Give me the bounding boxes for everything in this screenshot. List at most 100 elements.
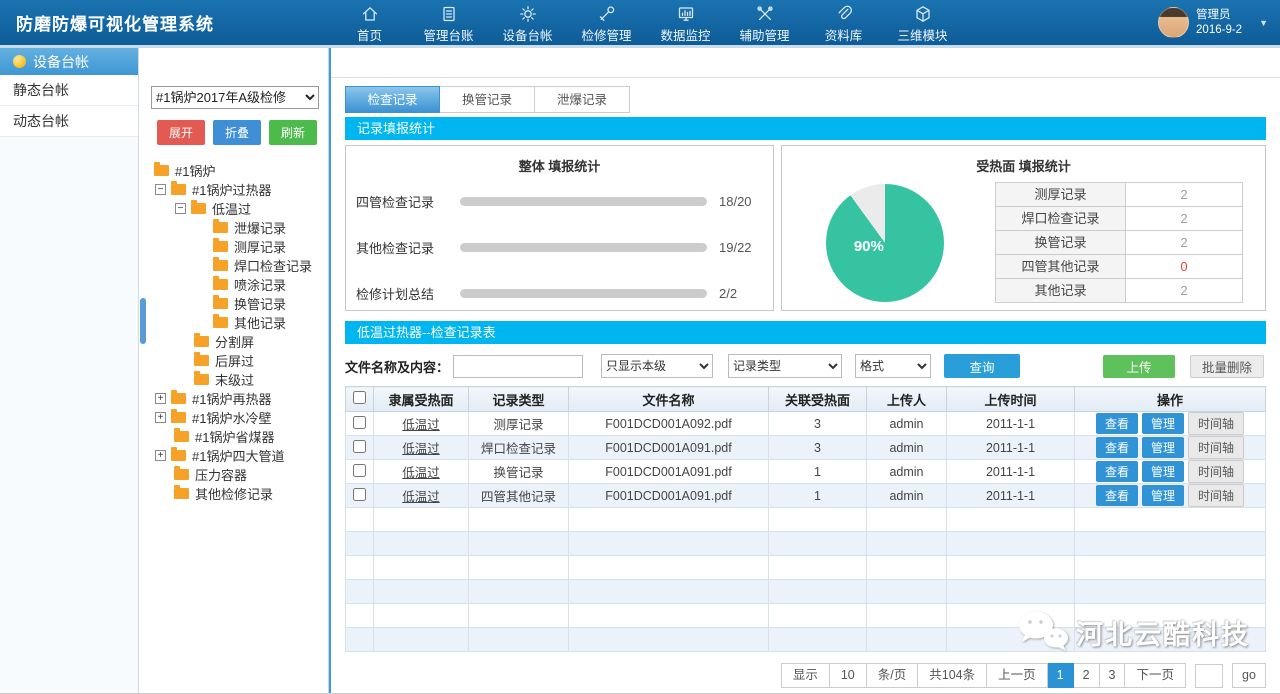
- query-button[interactable]: 查询: [944, 354, 1020, 378]
- tree-node-rear-panel[interactable]: 后屏过: [139, 351, 328, 370]
- table-row: 焊口检查记录2: [996, 207, 1242, 231]
- pie-percentage-label: 90%: [854, 238, 884, 255]
- table-row: 换管记录2: [996, 231, 1242, 255]
- row-checkbox[interactable]: [353, 416, 366, 429]
- upload-button[interactable]: 上传: [1103, 355, 1175, 378]
- format-select[interactable]: 格式: [855, 354, 931, 378]
- surface-link[interactable]: 低温过: [402, 490, 440, 504]
- tree-node-low-temp[interactable]: 低温过: [139, 199, 328, 218]
- record-tabs: 检查记录 换管记录 泄爆记录: [345, 86, 1266, 113]
- manage-button[interactable]: 管理: [1142, 461, 1184, 482]
- nav-item-library[interactable]: 资料库: [804, 1, 883, 44]
- expand-toggle-icon[interactable]: [155, 412, 166, 423]
- row-checkbox[interactable]: [353, 488, 366, 501]
- folder-icon: [213, 222, 228, 233]
- file-name-input[interactable]: [453, 355, 583, 378]
- surface-link[interactable]: 低温过: [402, 418, 440, 432]
- expand-button[interactable]: 展开: [157, 120, 205, 145]
- expand-toggle-icon[interactable]: [155, 393, 166, 404]
- page-button-3[interactable]: 3: [1100, 663, 1126, 688]
- surface-link[interactable]: 低温过: [402, 466, 440, 480]
- manage-button[interactable]: 管理: [1142, 485, 1184, 506]
- empty-row: [346, 508, 1266, 532]
- empty-row: [346, 604, 1266, 628]
- nav-item-maintenance[interactable]: 检修管理: [567, 1, 646, 44]
- plan-select[interactable]: #1锅炉2017年A级检修: [151, 86, 319, 109]
- tree-node-boiler1[interactable]: #1锅炉: [139, 161, 328, 180]
- timeline-button[interactable]: 时间轴: [1188, 460, 1244, 483]
- timeline-button[interactable]: 时间轴: [1188, 484, 1244, 507]
- page-jump-input[interactable]: [1195, 664, 1223, 688]
- prev-page-button[interactable]: 上一页: [987, 663, 1048, 688]
- nav-item-auxiliary[interactable]: 辅助管理: [725, 1, 804, 44]
- avatar: [1158, 7, 1189, 38]
- page-button-2[interactable]: 2: [1074, 663, 1100, 688]
- record-type-select[interactable]: 记录类型: [728, 354, 842, 378]
- timeline-button[interactable]: 时间轴: [1188, 412, 1244, 435]
- tree-node-four-pipes[interactable]: #1锅炉四大管道: [139, 446, 328, 465]
- folder-icon: [213, 317, 228, 328]
- tab-burst-records[interactable]: 泄爆记录: [535, 86, 630, 113]
- collapse-toggle-icon[interactable]: [155, 184, 166, 195]
- tree-node-tube-change-records[interactable]: 换管记录: [139, 294, 328, 313]
- nav-item-equipment-ledger[interactable]: 设备台帐: [488, 1, 567, 44]
- view-button[interactable]: 查看: [1096, 413, 1138, 434]
- view-button[interactable]: 查看: [1096, 485, 1138, 506]
- go-button[interactable]: go: [1232, 663, 1266, 688]
- select-all-checkbox[interactable]: [353, 391, 366, 404]
- timeline-button[interactable]: 时间轴: [1188, 436, 1244, 459]
- tree-node-burst-records[interactable]: 泄爆记录: [139, 218, 328, 237]
- manage-button[interactable]: 管理: [1142, 437, 1184, 458]
- tree-node-thickness-records[interactable]: 测厚记录: [139, 237, 328, 256]
- tree-node-spray-records[interactable]: 喷涂记录: [139, 275, 328, 294]
- nav-item-management-ledger[interactable]: 管理台账: [409, 1, 488, 44]
- zero-count-alert: 0: [1126, 255, 1242, 278]
- page-button-1[interactable]: 1: [1048, 663, 1074, 688]
- tree-node-other-records[interactable]: 其他记录: [139, 313, 328, 332]
- tree-node-other-maintenance[interactable]: 其他检修记录: [139, 484, 328, 503]
- bullet-icon: [13, 55, 26, 68]
- collapse-toggle-icon[interactable]: [175, 203, 186, 214]
- scope-select[interactable]: 只显示本级: [601, 354, 713, 378]
- sidebar-item-dynamic-ledger[interactable]: 动态台帐: [0, 106, 138, 137]
- row-checkbox[interactable]: [353, 440, 366, 453]
- next-page-button[interactable]: 下一页: [1125, 663, 1186, 688]
- tree-node-water-wall[interactable]: #1锅炉水冷壁: [139, 408, 328, 427]
- view-button[interactable]: 查看: [1096, 461, 1138, 482]
- folder-icon: [194, 374, 209, 385]
- manage-button[interactable]: 管理: [1142, 413, 1184, 434]
- tree-node-superheater[interactable]: #1锅炉过热器: [139, 180, 328, 199]
- tree-node-final-stage[interactable]: 末级过: [139, 370, 328, 389]
- nav-item-3d-module[interactable]: 三维模块: [883, 1, 962, 44]
- tree-node-division-panel[interactable]: 分割屏: [139, 332, 328, 351]
- surface-pie-chart: 90%: [826, 184, 944, 302]
- expand-toggle-icon[interactable]: [155, 450, 166, 461]
- surface-link[interactable]: 低温过: [402, 442, 440, 456]
- folder-icon: [174, 488, 189, 499]
- folder-icon: [213, 298, 228, 309]
- tree-node-weld-records[interactable]: 焊口检查记录: [139, 256, 328, 275]
- table-row: 低温过 换管记录 F001DCD001A091.pdf 1 admin 2011…: [346, 460, 1266, 484]
- tree-node-reheater[interactable]: #1锅炉再热器: [139, 389, 328, 408]
- batch-delete-button[interactable]: 批量删除: [1190, 355, 1264, 378]
- surface-stats-panel: 受热面 填报统计 90% 测厚记录2 焊口检查记录2 换管记录2 四管其他记录0…: [781, 145, 1266, 311]
- tree-node-pressure-vessel[interactable]: 压力容器: [139, 465, 328, 484]
- user-menu[interactable]: 管理员 2016-9-2: [1158, 7, 1268, 38]
- monitor-chart-icon: [646, 4, 725, 25]
- scrollbar-thumb[interactable]: [140, 298, 146, 344]
- refresh-button[interactable]: 刷新: [269, 120, 317, 145]
- tab-inspection-records[interactable]: 检查记录: [345, 86, 440, 113]
- sidebar-item-static-ledger[interactable]: 静态台帐: [0, 75, 138, 106]
- tree-panel: #1锅炉2017年A级检修 展开 折叠 刷新 #1锅炉 #1锅炉过热器 低温过 …: [139, 48, 329, 693]
- folder-icon: [174, 469, 189, 480]
- sidebar-item-equipment-ledger[interactable]: 设备台帐: [0, 48, 138, 75]
- row-checkbox[interactable]: [353, 464, 366, 477]
- folder-icon: [191, 203, 206, 214]
- nav-item-home[interactable]: 首页: [330, 1, 409, 44]
- view-button[interactable]: 查看: [1096, 437, 1138, 458]
- folder-icon: [171, 393, 186, 404]
- tab-tube-change-records[interactable]: 换管记录: [440, 86, 535, 113]
- tree-node-economizer[interactable]: #1锅炉省煤器: [139, 427, 328, 446]
- nav-item-data-monitor[interactable]: 数据监控: [646, 1, 725, 44]
- collapse-button[interactable]: 折叠: [213, 120, 261, 145]
